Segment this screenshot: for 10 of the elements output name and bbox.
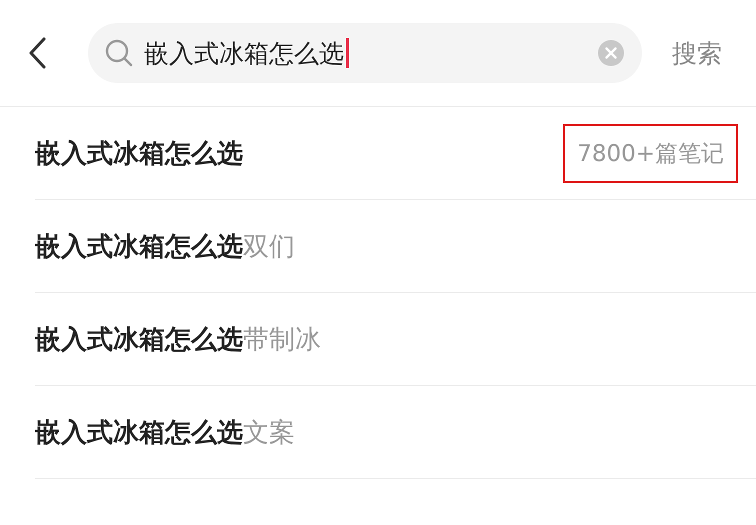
suggestion-item[interactable]: 嵌入式冰箱怎么选文案 [35, 414, 295, 450]
suggestion-item[interactable]: 嵌入式冰箱怎么选 [35, 136, 243, 170]
note-count: 7800+篇笔记 [563, 124, 738, 182]
back-icon[interactable] [28, 37, 46, 69]
search-field[interactable]: 嵌入式冰箱怎么选 [88, 23, 642, 83]
text-cursor [346, 38, 349, 68]
suggestion-item[interactable]: 嵌入式冰箱怎么选双们 [35, 228, 295, 264]
search-button[interactable]: 搜索 [672, 36, 722, 70]
search-icon [104, 38, 134, 68]
suggestion-item[interactable]: 嵌入式冰箱怎么选带制冰 [35, 322, 321, 356]
